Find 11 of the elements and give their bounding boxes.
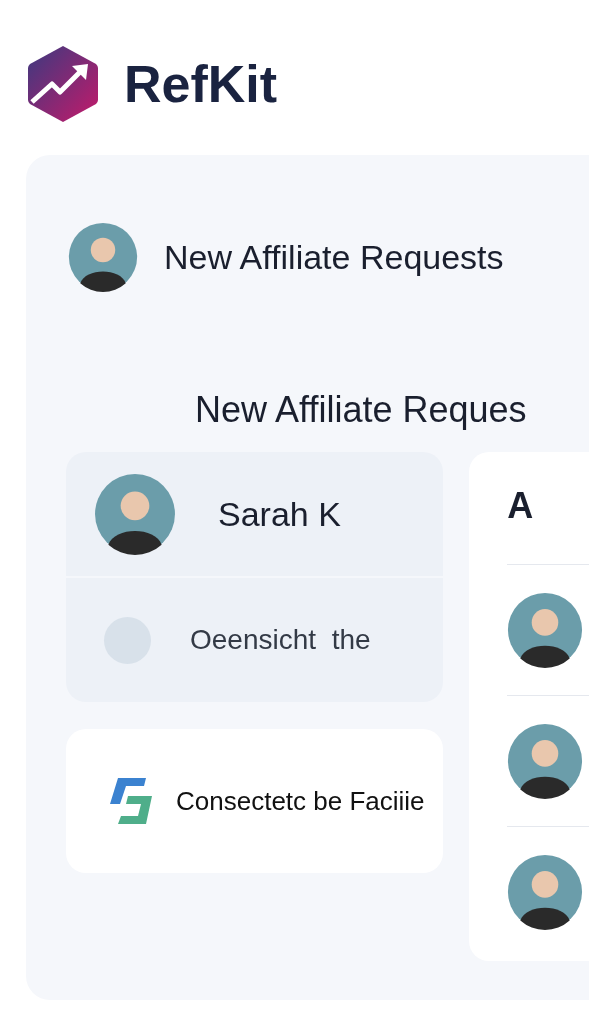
- request-note: Oeensicht the: [190, 623, 371, 657]
- requester-name: Sarah K: [218, 493, 341, 535]
- brand-name: RefKit: [124, 58, 278, 110]
- partner-card[interactable]: Consectetc be Faciiie: [66, 729, 444, 873]
- side-card-title: A: [507, 488, 535, 528]
- avatar-placeholder: [68, 222, 138, 292]
- header-title: New Affiliate Requests: [164, 236, 504, 278]
- partner-label: Consectetc be Faciiie: [176, 784, 425, 818]
- logo-icon: [26, 44, 100, 124]
- section-title: New Affiliate Reques: [195, 389, 527, 430]
- request-card[interactable]: Sarah K Oeensicht the: [66, 452, 444, 702]
